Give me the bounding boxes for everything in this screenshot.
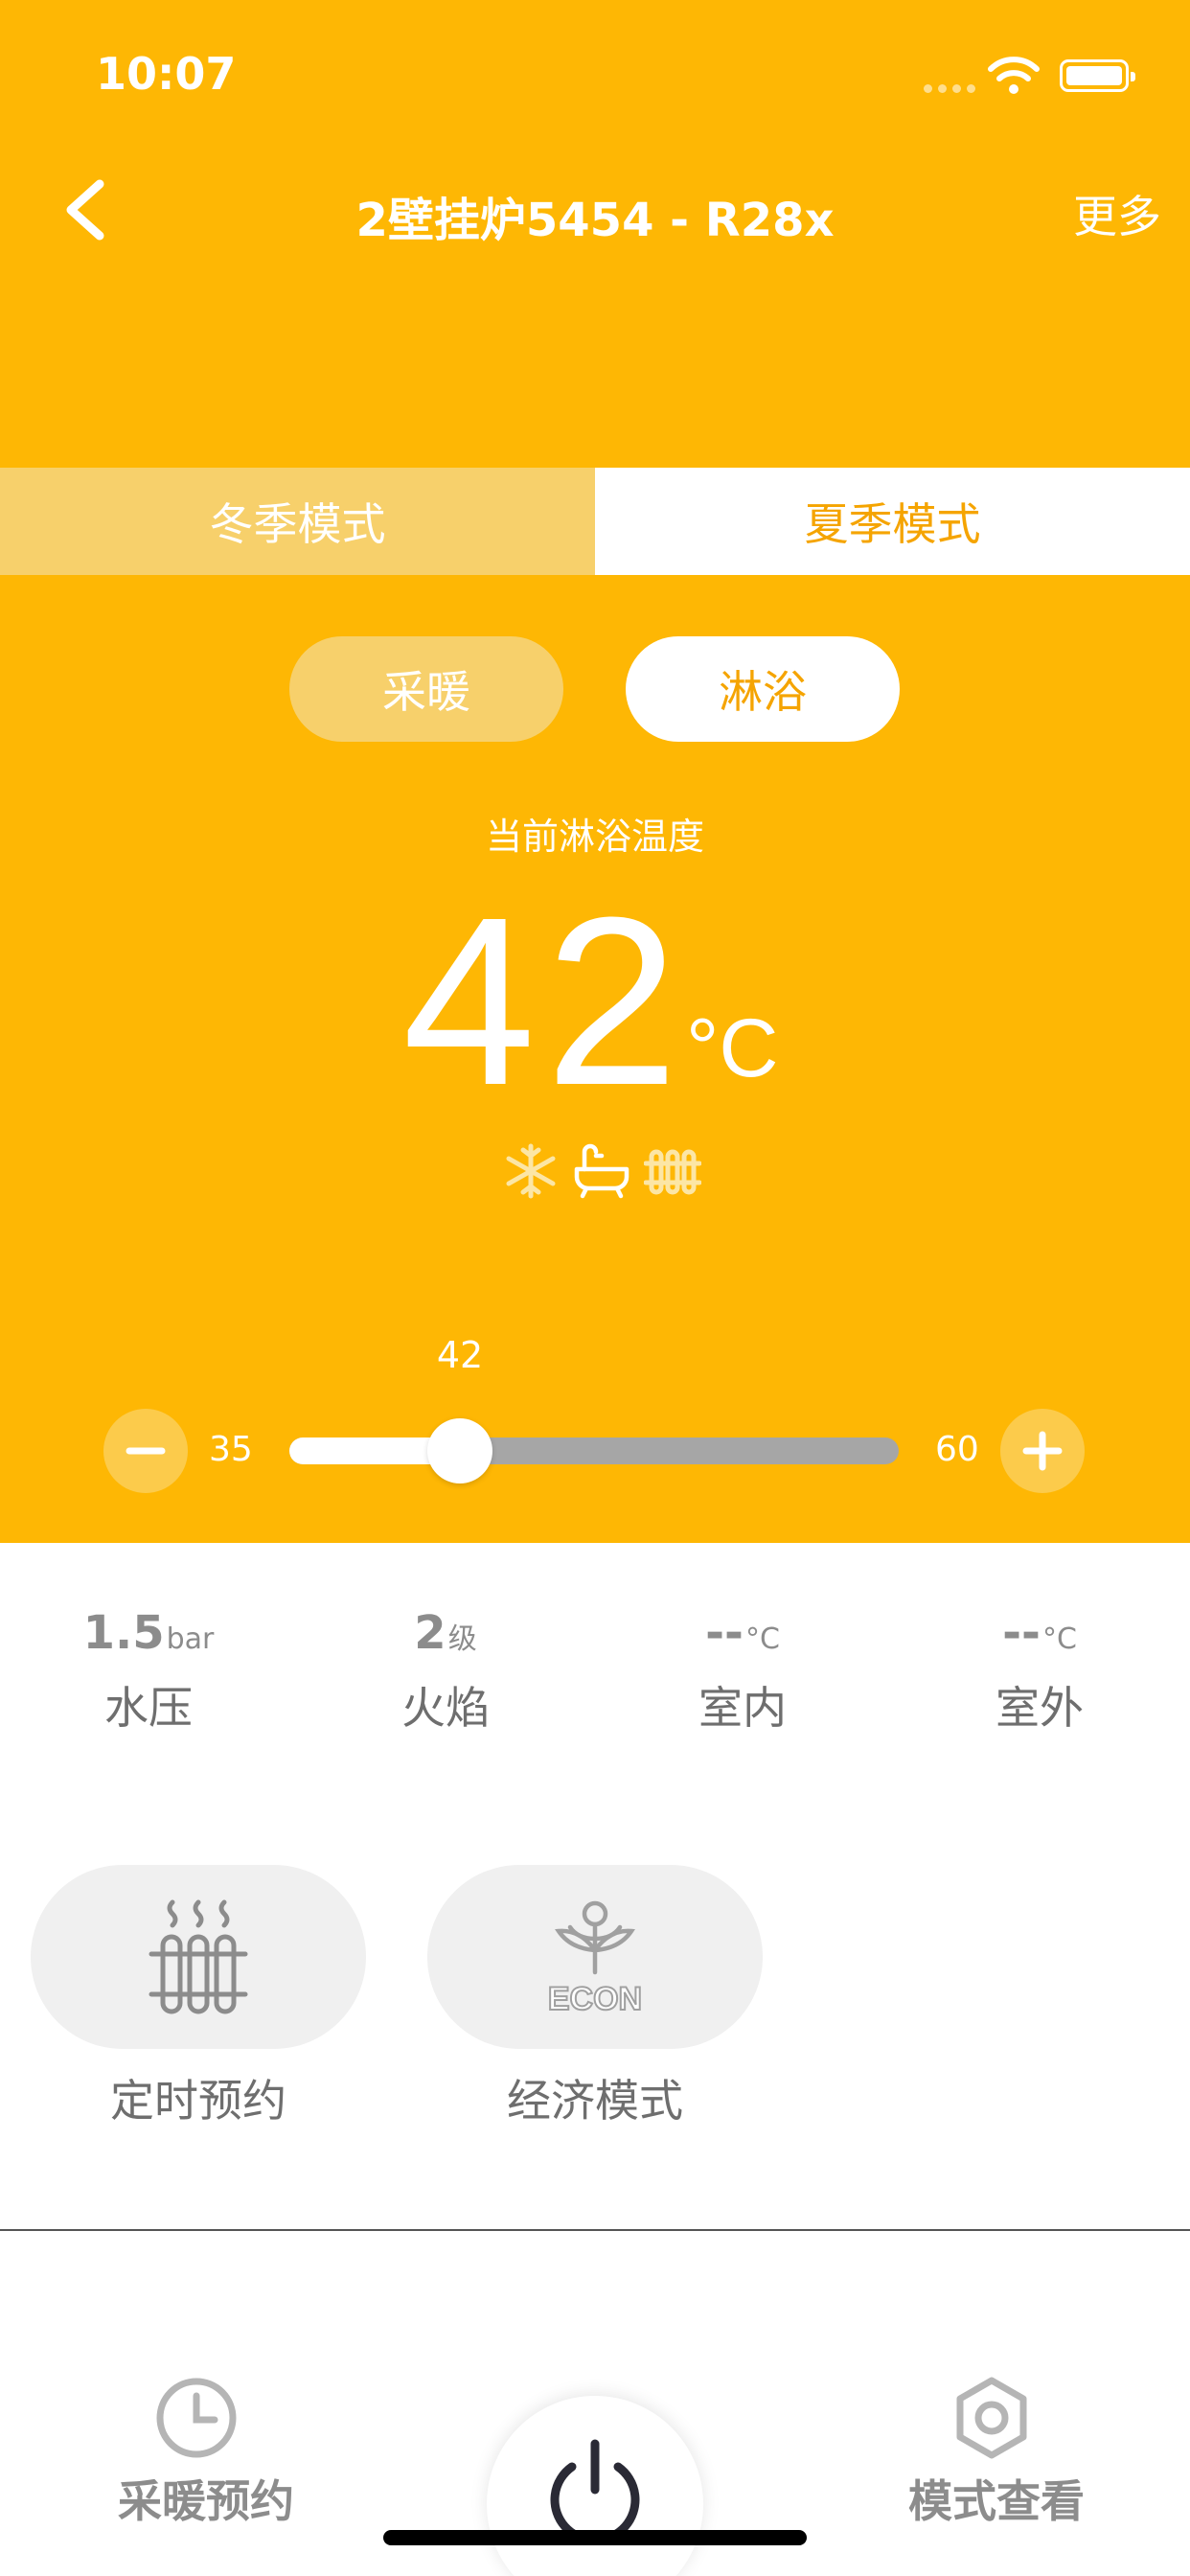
clock-icon[interactable] <box>153 2375 240 2461</box>
stat-label: 水压 <box>104 1682 193 1734</box>
stat-unit: °C <box>1041 1622 1077 1656</box>
stat-label: 室外 <box>995 1682 1084 1734</box>
tab-shower[interactable]: 淋浴 <box>626 636 900 742</box>
decrease-temp-button[interactable] <box>103 1409 188 1493</box>
snowflake-icon <box>506 1143 556 1199</box>
schedule-label: 定时预约 <box>110 2075 286 2127</box>
stat-water-pressure: 1.5bar 水压 <box>0 1606 297 1736</box>
stat-outdoor-temp: --°C 室外 <box>891 1606 1188 1736</box>
econ-text: ECON <box>548 1981 642 2017</box>
divider <box>0 2229 1190 2231</box>
stat-value: -- <box>705 1606 744 1660</box>
tab-winter-mode[interactable]: 冬季模式 <box>0 468 595 575</box>
plus-icon <box>1022 1431 1063 1471</box>
stat-unit: °C <box>744 1622 780 1656</box>
stat-label: 室内 <box>698 1682 787 1734</box>
slider-max-label: 60 <box>935 1430 979 1469</box>
stat-value: 2 <box>414 1606 446 1660</box>
minus-icon <box>126 1447 166 1455</box>
cellular-signal-icon <box>924 84 975 93</box>
econ-icon: ECON <box>547 1900 643 2018</box>
schedule-button[interactable] <box>31 1865 366 2049</box>
stat-value: 1.5 <box>82 1606 165 1660</box>
tab-heating[interactable]: 采暖 <box>289 636 563 742</box>
slider-min-label: 35 <box>209 1430 253 1469</box>
increase-temp-button[interactable] <box>1000 1409 1085 1493</box>
radiator-icon <box>644 1149 701 1195</box>
stat-unit: 级 <box>447 1622 477 1656</box>
hexagon-settings-icon[interactable] <box>949 2375 1035 2461</box>
page-title: 2壁挂炉5454 - R28x <box>355 194 835 247</box>
tab-summer-mode[interactable]: 夏季模式 <box>595 468 1190 575</box>
temp-slider-track[interactable] <box>289 1438 899 1464</box>
stat-label: 火焰 <box>401 1682 490 1734</box>
status-time: 10:07 <box>96 48 237 100</box>
home-indicator <box>383 2530 807 2545</box>
stat-flame-level: 2级 火焰 <box>297 1606 594 1736</box>
economy-mode-button[interactable]: ECON <box>427 1865 763 2049</box>
stat-value: -- <box>1002 1606 1041 1660</box>
wifi-icon <box>988 57 1040 94</box>
current-temp-label: 当前淋浴温度 <box>485 816 704 858</box>
current-temp-value: 42 <box>402 867 689 1135</box>
temp-slider-thumb[interactable] <box>427 1418 493 1484</box>
stat-indoor-temp: --°C 室内 <box>594 1606 891 1736</box>
stat-unit: bar <box>166 1622 215 1656</box>
slider-value-label: 42 <box>436 1334 484 1376</box>
economy-mode-label: 经济模式 <box>507 2075 683 2127</box>
more-button[interactable]: 更多 <box>1073 182 1161 245</box>
mode-indicator-icons <box>502 1142 701 1200</box>
radiator-steam-icon <box>149 1899 248 2014</box>
mode-view-tab[interactable]: 模式查看 <box>872 2467 1121 2530</box>
heating-schedule-tab[interactable]: 采暖预约 <box>81 2467 331 2530</box>
battery-icon <box>1060 59 1135 92</box>
power-button[interactable] <box>487 2396 703 2576</box>
current-temp-unit: °C <box>686 1002 779 1094</box>
bathtub-icon <box>574 1143 629 1199</box>
